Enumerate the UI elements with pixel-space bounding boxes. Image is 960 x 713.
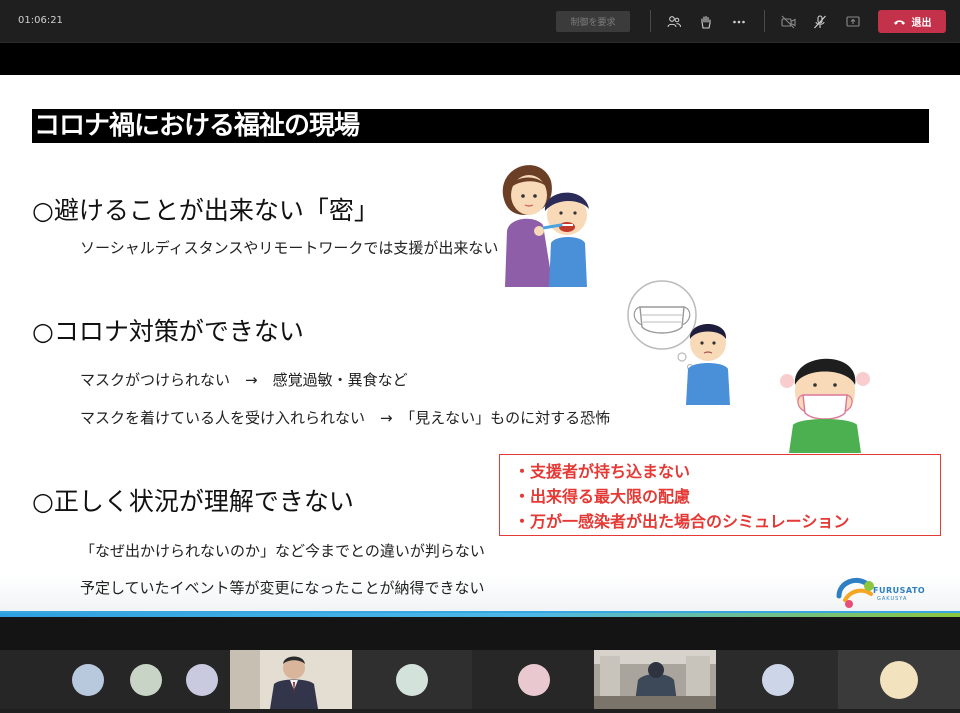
camera-off-icon[interactable]: [777, 11, 799, 33]
participant-tile[interactable]: [352, 650, 472, 709]
participant-tile[interactable]: [716, 650, 838, 709]
leave-label: 退出: [911, 18, 932, 29]
logo-name: FURUSATO: [873, 586, 926, 595]
participant-tile[interactable]: [472, 650, 594, 709]
participant-avatar: [186, 664, 218, 696]
more-options-icon[interactable]: [728, 11, 750, 33]
room-video-feed: [594, 650, 716, 709]
participant-tile[interactable]: [0, 650, 230, 709]
participant-avatar: [130, 664, 162, 696]
participant-avatar: [518, 664, 550, 696]
section-heading: ○避けることが出来ない「密」: [32, 196, 379, 225]
participant-avatar: [762, 664, 794, 696]
section-line: ソーシャルディスタンスやリモートワークでは支援が出来ない: [80, 239, 499, 257]
measures-callout-box: ・支援者が持ち込まない ・出来得る最大限の配慮 ・万が一感染者が出た場合のシミュ…: [499, 454, 941, 536]
participant-video-tile[interactable]: [230, 650, 352, 709]
meeting-timer: 01:06:21: [18, 15, 63, 26]
speaker-video-feed: [230, 650, 352, 709]
raise-hand-icon[interactable]: [695, 11, 717, 33]
section-line: マスクを着けている人を受け入れられない → 「見えない」ものに対する恐怖: [80, 409, 611, 427]
callout-item: ・万が一感染者が出た場合のシミュレーション: [514, 512, 850, 531]
section-heading: ○正しく状況が理解できない: [32, 487, 354, 516]
share-screen-icon[interactable]: [842, 11, 864, 33]
mic-off-icon[interactable]: [809, 11, 831, 33]
toolbar-divider: [650, 10, 651, 32]
section-line: マスクがつけられない → 感覚過敏・異食など: [80, 371, 408, 389]
section-line: 「なぜ出かけられないのか」など今までとの違いが判らない: [80, 542, 485, 560]
phone-hangup-icon: [893, 19, 905, 25]
callout-item: ・支援者が持ち込まない: [514, 462, 691, 481]
logo-emblem-icon: [836, 578, 874, 608]
mask-worry-illustration: [627, 280, 730, 405]
toolbar-divider: [764, 10, 765, 32]
masked-child-illustration: [780, 358, 870, 453]
meeting-toolbar: 01:06:21 制御を要求 退出: [0, 0, 960, 43]
participants-icon[interactable]: [663, 11, 685, 33]
callout-item: ・出来得る最大限の配慮: [514, 487, 691, 506]
participant-tile[interactable]: [838, 650, 960, 709]
participant-avatar: [880, 661, 918, 699]
toothbrushing-illustration: [502, 165, 589, 287]
slide-title: コロナ禍における福祉の現場: [32, 109, 929, 143]
participant-avatar: [396, 664, 428, 696]
leave-button[interactable]: 退出: [878, 10, 946, 33]
section-line: 予定していたイベント等が変更になったことが納得できない: [80, 579, 485, 597]
participant-avatar: [72, 664, 104, 696]
shared-slide: コロナ禍における福祉の現場 ○避けることが出来ない「密」 ソーシャルディスタンス…: [0, 75, 960, 617]
shared-screen-letterbox: [0, 43, 960, 75]
section-heading: ○コロナ対策ができない: [32, 317, 304, 346]
logo-subname: GAKUSYA: [877, 596, 908, 602]
participant-video-tile[interactable]: [594, 650, 716, 709]
furusato-logo: FURUSATO GAKUSYA: [833, 572, 926, 612]
request-control-button[interactable]: 制御を要求: [556, 11, 630, 32]
